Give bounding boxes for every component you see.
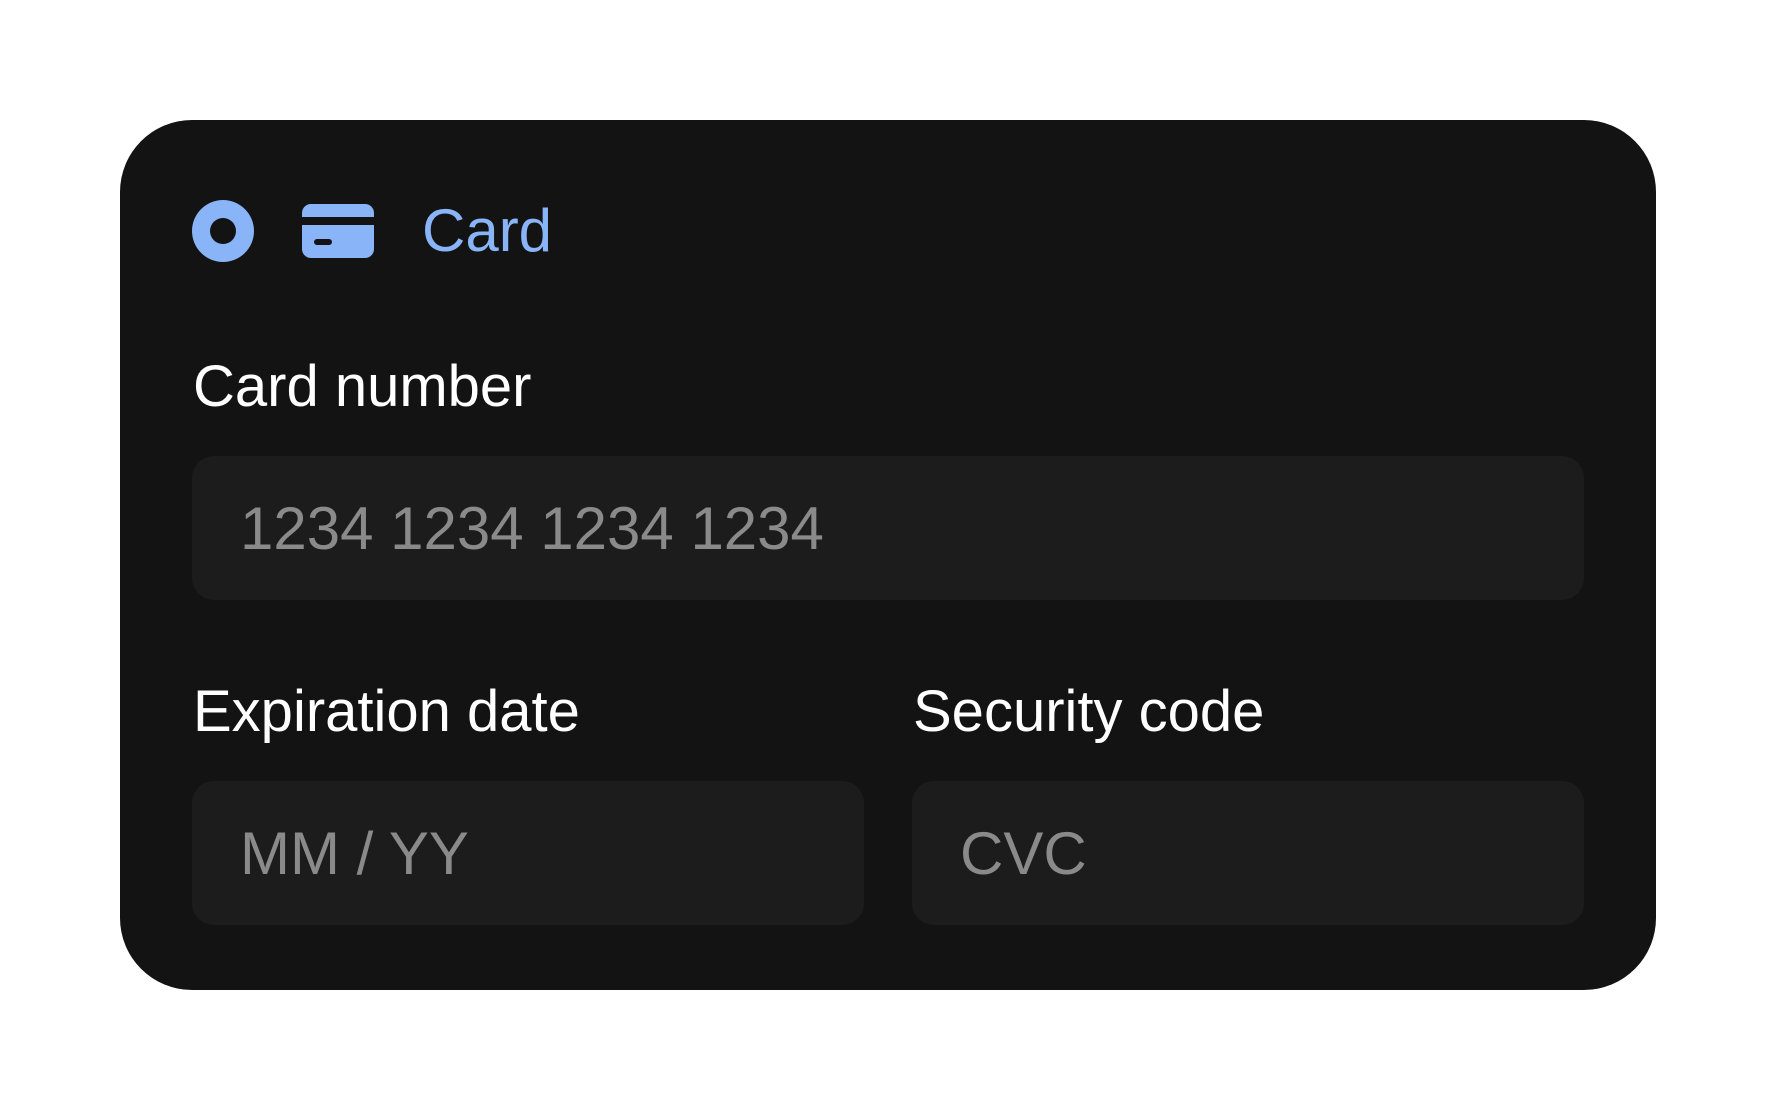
payment-method-label: Card xyxy=(422,197,553,264)
security-code-input[interactable] xyxy=(912,781,1584,925)
card-number-label: Card number xyxy=(193,354,532,419)
card-number-input[interactable] xyxy=(192,456,1584,600)
radio-selected-icon[interactable] xyxy=(192,200,254,262)
payment-method-card-option[interactable]: Card xyxy=(192,200,552,262)
expiration-date-input[interactable] xyxy=(192,781,864,925)
expiration-date-label: Expiration date xyxy=(193,679,580,744)
credit-card-icon xyxy=(302,204,374,258)
radio-dot xyxy=(210,218,236,244)
security-code-label: Security code xyxy=(913,679,1265,744)
card-payment-form: Card Card number Expiration date Securit… xyxy=(120,120,1656,990)
